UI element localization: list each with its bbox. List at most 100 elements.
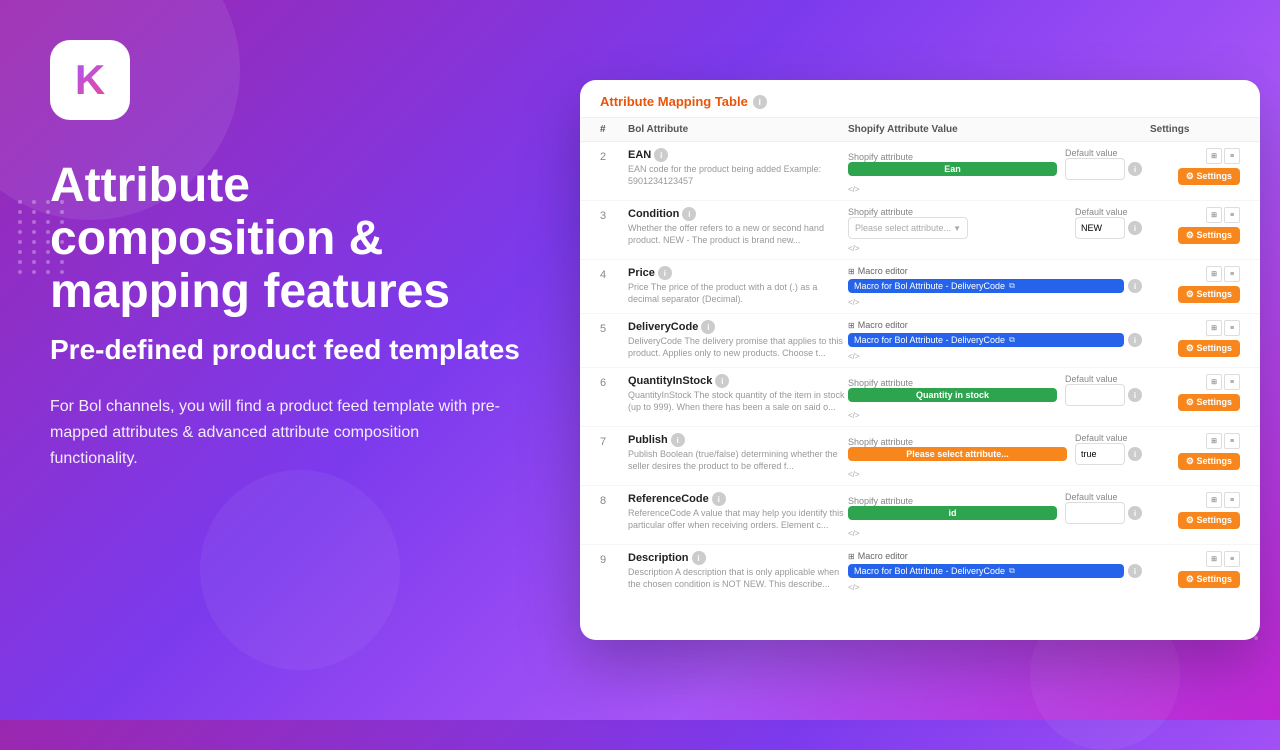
settings-button[interactable]: ⚙ Settings: [1178, 227, 1240, 244]
settings-button[interactable]: ⚙ Settings: [1178, 168, 1240, 185]
attr-name: EAN i: [628, 148, 848, 162]
row-num: 4: [600, 266, 628, 281]
macro-info-icon[interactable]: i: [1128, 564, 1142, 578]
default-info-icon[interactable]: i: [1128, 221, 1142, 235]
attr-info-icon[interactable]: i: [715, 374, 729, 388]
shopify-cell: ⊞ Macro editor Macro for Bol Attribute -…: [848, 266, 1150, 307]
shopify-value-tag: Please select attribute...: [848, 447, 1067, 461]
list-icon[interactable]: ≡: [1224, 551, 1240, 567]
attr-info-icon[interactable]: i: [712, 492, 726, 506]
attr-cell: EAN i EAN code for the product being add…: [628, 148, 848, 187]
table-header: # Bol Attribute Shopify Attribute Value …: [580, 118, 1260, 142]
shopify-cell: ⊞ Macro editor Macro for Bol Attribute -…: [848, 551, 1150, 592]
macro-label: ⊞ Macro editor: [848, 320, 1142, 330]
col-shopify: Shopify Attribute Value: [848, 124, 1150, 135]
list-icon[interactable]: ≡: [1224, 492, 1240, 508]
list-icon[interactable]: ≡: [1224, 320, 1240, 336]
grid-icon[interactable]: ⊞: [1206, 433, 1222, 449]
shopify-cell: Shopify attribute Quantity in stock Defa…: [848, 374, 1150, 420]
attr-name: Publish i: [628, 433, 848, 447]
row-num: 8: [600, 492, 628, 507]
card-header: Attribute Mapping Table i: [580, 80, 1260, 118]
row-num: 6: [600, 374, 628, 389]
list-icon[interactable]: ≡: [1224, 148, 1240, 164]
attr-name: Condition i: [628, 207, 848, 221]
shopify-value-tag: Ean: [848, 162, 1057, 176]
settings-button[interactable]: ⚙ Settings: [1178, 453, 1240, 470]
list-icon[interactable]: ≡: [1224, 374, 1240, 390]
settings-button[interactable]: ⚙ Settings: [1178, 512, 1240, 529]
grid-icon[interactable]: ⊞: [1206, 266, 1222, 282]
list-icon[interactable]: ≡: [1224, 207, 1240, 223]
table-row: 5 DeliveryCode i DeliveryCode The delive…: [580, 314, 1260, 368]
grid-icon[interactable]: ⊞: [1206, 551, 1222, 567]
grid-icon[interactable]: ⊞: [1206, 320, 1222, 336]
attr-info-icon[interactable]: i: [654, 148, 668, 162]
attr-cell: Description i Description A description …: [628, 551, 848, 590]
attr-cell: DeliveryCode i DeliveryCode The delivery…: [628, 320, 848, 359]
settings-col: ⊞ ≡ ⚙ Settings: [1150, 207, 1240, 244]
default-info-icon[interactable]: i: [1128, 506, 1142, 520]
attr-cell: Condition i Whether the offer refers to …: [628, 207, 848, 246]
attr-info-icon[interactable]: i: [682, 207, 696, 221]
attr-info-icon[interactable]: i: [671, 433, 685, 447]
table-title: Attribute Mapping Table i: [600, 94, 1240, 109]
attr-info-icon[interactable]: i: [658, 266, 672, 280]
default-value-input[interactable]: [1065, 158, 1125, 180]
settings-col: ⊞ ≡ ⚙ Settings: [1150, 433, 1240, 470]
default-value-input[interactable]: [1075, 217, 1125, 239]
attr-name: Description i: [628, 551, 848, 565]
macro-field[interactable]: Macro for Bol Attribute - DeliveryCode ⧉: [848, 564, 1124, 578]
macro-info-icon[interactable]: i: [1128, 279, 1142, 293]
list-icon[interactable]: ≡: [1224, 433, 1240, 449]
table-row: 6 QuantityInStock i QuantityInStock The …: [580, 368, 1260, 427]
attr-desc: Publish Boolean (true/false) determining…: [628, 449, 848, 472]
list-icon[interactable]: ≡: [1224, 266, 1240, 282]
attr-desc: DeliveryCode The delivery promise that a…: [628, 336, 848, 359]
logo-letter: K: [75, 56, 105, 104]
row-num: 9: [600, 551, 628, 566]
table-row: 8 ReferenceCode i ReferenceCode A value …: [580, 486, 1260, 545]
attr-name: Price i: [628, 266, 848, 280]
grid-icon[interactable]: ⊞: [1206, 374, 1222, 390]
default-info-icon[interactable]: i: [1128, 162, 1142, 176]
grid-icon[interactable]: ⊞: [1206, 207, 1222, 223]
attr-desc: QuantityInStock The stock quantity of th…: [628, 390, 848, 413]
attr-cell: Price i Price The price of the product w…: [628, 266, 848, 305]
default-value-input[interactable]: [1065, 502, 1125, 524]
attr-info-icon[interactable]: i: [701, 320, 715, 334]
default-info-icon[interactable]: i: [1128, 388, 1142, 402]
default-info-icon[interactable]: i: [1128, 447, 1142, 461]
macro-info-icon[interactable]: i: [1128, 333, 1142, 347]
macro-label: ⊞ Macro editor: [848, 266, 1142, 276]
attr-info-icon[interactable]: i: [692, 551, 706, 565]
default-value-input[interactable]: [1065, 384, 1125, 406]
attr-cell: ReferenceCode i ReferenceCode A value th…: [628, 492, 848, 531]
shopify-cell: Shopify attribute Please select attribut…: [848, 433, 1150, 479]
shopify-cell: Shopify attribute id Default value i </>: [848, 492, 1150, 538]
grid-icon[interactable]: ⊞: [1206, 492, 1222, 508]
description: For Bol channels, you will find a produc…: [50, 394, 510, 471]
default-value-input[interactable]: [1075, 443, 1125, 465]
attr-name: DeliveryCode i: [628, 320, 848, 334]
title-info-icon[interactable]: i: [753, 95, 767, 109]
settings-button[interactable]: ⚙ Settings: [1178, 571, 1240, 588]
col-bol: Bol Attribute: [628, 124, 848, 135]
row-num: 3: [600, 207, 628, 222]
left-panel: K Attribute composition & mapping featur…: [0, 0, 570, 720]
settings-col: ⊞ ≡ ⚙ Settings: [1150, 320, 1240, 357]
settings-button[interactable]: ⚙ Settings: [1178, 340, 1240, 357]
attr-name: QuantityInStock i: [628, 374, 848, 388]
table-row: 9 Description i Description A descriptio…: [580, 545, 1260, 599]
main-heading: Attribute composition & mapping features: [50, 160, 520, 318]
shopify-value-tag: id: [848, 506, 1057, 520]
macro-field[interactable]: Macro for Bol Attribute - DeliveryCode ⧉: [848, 333, 1124, 347]
settings-button[interactable]: ⚙ Settings: [1178, 394, 1240, 411]
shopify-attribute-select[interactable]: Please select attribute... ▼: [848, 217, 968, 239]
grid-icon[interactable]: ⊞: [1206, 148, 1222, 164]
macro-field[interactable]: Macro for Bol Attribute - DeliveryCode ⧉: [848, 279, 1124, 293]
col-settings: Settings: [1150, 124, 1240, 135]
settings-button[interactable]: ⚙ Settings: [1178, 286, 1240, 303]
table-row: 3 Condition i Whether the offer refers t…: [580, 201, 1260, 260]
settings-col: ⊞ ≡ ⚙ Settings: [1150, 492, 1240, 529]
